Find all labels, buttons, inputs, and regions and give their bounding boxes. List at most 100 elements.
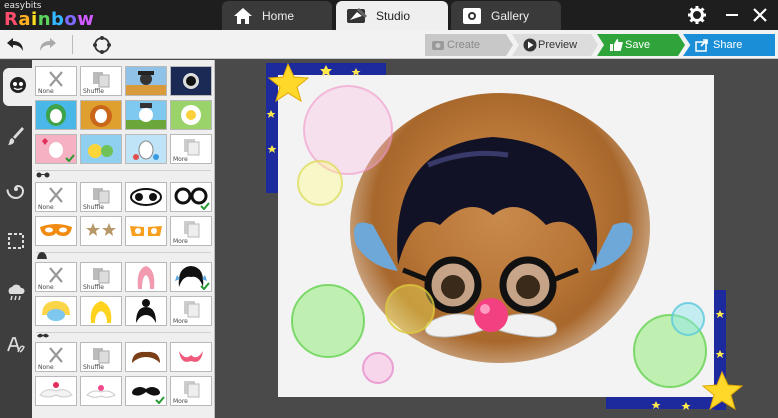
minimize-icon[interactable]: [723, 6, 741, 24]
share-label: Share: [713, 39, 743, 51]
glasses-round-thumb[interactable]: [170, 182, 212, 212]
scene-lion-thumb[interactable]: [80, 100, 122, 130]
frame-icon: [7, 232, 25, 255]
bubble-yellow: [297, 160, 343, 206]
rail-item-effects[interactable]: [0, 172, 32, 210]
tab-gallery-label: Gallery: [491, 8, 530, 23]
scene-alien-thumb[interactable]: [35, 100, 77, 130]
brush-icon: [7, 126, 25, 153]
gallery-icon: [461, 5, 483, 27]
mustache-brown-thumb[interactable]: [125, 342, 167, 372]
hat-icon: [37, 252, 47, 259]
scene-space-thumb[interactable]: [170, 66, 212, 96]
hair-more-button[interactable]: More: [170, 296, 212, 326]
glasses-mask-orange-thumb[interactable]: [35, 216, 77, 246]
scene-daisy-thumb[interactable]: [170, 100, 212, 130]
canvas-area: [216, 60, 778, 418]
save-label: Save: [625, 39, 651, 51]
preview-button[interactable]: Preview: [512, 34, 598, 56]
text-icon: [6, 335, 26, 360]
create-icon: [431, 38, 445, 52]
share-button[interactable]: Share: [683, 34, 775, 56]
close-icon[interactable]: [751, 6, 769, 24]
tab-studio-label: Studio: [376, 8, 411, 23]
clown-nose-sticker: [474, 298, 508, 332]
bubble-green: [291, 284, 365, 358]
tab-studio[interactable]: Studio: [336, 1, 448, 30]
shuffle-option[interactable]: Shuffle: [80, 262, 122, 292]
glasses-section-header: [36, 170, 211, 179]
none-option[interactable]: None: [35, 262, 77, 292]
none-option[interactable]: None: [35, 66, 77, 96]
checkmark-icon: [200, 282, 210, 290]
hair-blonde-thumb[interactable]: [80, 296, 122, 326]
mustache-white-thumb[interactable]: [35, 376, 77, 406]
tab-home-label: Home: [262, 8, 295, 23]
asset-panel: None Shuffle More None Shuffle More None…: [32, 60, 215, 418]
glasses-icon: [36, 172, 50, 178]
brand-name: Rainbow: [4, 9, 95, 30]
shuffle-option[interactable]: Shuffle: [80, 342, 122, 372]
rail-item-weather[interactable]: [0, 276, 32, 314]
frame-border-right: [714, 290, 726, 410]
none-option[interactable]: None: [35, 342, 77, 372]
shuffle-option[interactable]: Shuffle: [80, 66, 122, 96]
mustache-clown-thumb[interactable]: [80, 376, 122, 406]
thumbs-up-icon: [609, 38, 623, 52]
tab-gallery[interactable]: Gallery: [451, 1, 561, 30]
scene-hearts-thumb[interactable]: [35, 134, 77, 164]
create-button[interactable]: Create: [425, 34, 513, 56]
hair-bun-thumb[interactable]: [125, 296, 167, 326]
mustache-more-button[interactable]: More: [170, 376, 212, 406]
scene-chick-thumb[interactable]: [80, 134, 122, 164]
rail-item-frames[interactable]: [0, 224, 32, 262]
bubble-cyan: [671, 302, 705, 336]
none-option[interactable]: None: [35, 182, 77, 212]
bubble-yellow-small: [385, 284, 435, 334]
photo-canvas[interactable]: [278, 75, 714, 397]
gear-icon[interactable]: [688, 6, 706, 24]
mustache-section-header: [36, 332, 211, 341]
left-ear-sticker: [354, 222, 398, 271]
scene-grid: None Shuffle More: [35, 66, 212, 164]
frame-border-left: [266, 63, 278, 193]
hair-helmet-thumb[interactable]: [35, 296, 77, 326]
sticker-layer: [291, 85, 707, 388]
paint-icon: [346, 5, 368, 27]
create-label: Create: [447, 39, 481, 51]
hair-grid: None Shuffle More: [35, 262, 212, 326]
glasses-grid: None Shuffle More: [35, 182, 212, 246]
undo-icon[interactable]: [4, 34, 26, 56]
preview-label: Preview: [538, 39, 578, 51]
glasses-stars-thumb[interactable]: [80, 216, 122, 246]
save-button[interactable]: Save: [597, 34, 685, 56]
lasso-icon[interactable]: [91, 34, 113, 56]
scene-pirate-thumb[interactable]: [125, 66, 167, 96]
frame-border-bottom: [606, 397, 726, 409]
glasses-more-button[interactable]: More: [170, 216, 212, 246]
glasses-party-thumb[interactable]: [125, 216, 167, 246]
tool-rail: [0, 60, 32, 418]
redo-icon[interactable]: [37, 34, 59, 56]
glasses-cow-thumb[interactable]: [125, 182, 167, 212]
scene-snowman-thumb[interactable]: [125, 100, 167, 130]
weather-icon: [6, 283, 26, 308]
hair-pink-thumb[interactable]: [125, 262, 167, 292]
share-icon: [695, 38, 709, 52]
app-logo: easybits Rainbow: [4, 2, 94, 29]
rail-item-faces[interactable]: [3, 68, 32, 106]
checkmark-icon: [65, 154, 75, 162]
hair-black-thumb[interactable]: [170, 262, 212, 292]
mustache-grid: None Shuffle More: [35, 342, 212, 406]
mustache-black-thumb[interactable]: [125, 376, 167, 406]
bubble-pink-small: [362, 352, 394, 384]
shuffle-option[interactable]: Shuffle: [80, 182, 122, 212]
scene-more-button[interactable]: More: [170, 134, 212, 164]
play-icon: [523, 38, 537, 52]
rail-item-text[interactable]: [0, 328, 32, 366]
title-bar: easybits Rainbow Home Studio Gallery: [0, 0, 778, 30]
rail-item-brush[interactable]: [0, 120, 32, 158]
scene-puppet-thumb[interactable]: [125, 134, 167, 164]
mustache-coral-thumb[interactable]: [170, 342, 212, 372]
tab-home[interactable]: Home: [222, 1, 332, 30]
